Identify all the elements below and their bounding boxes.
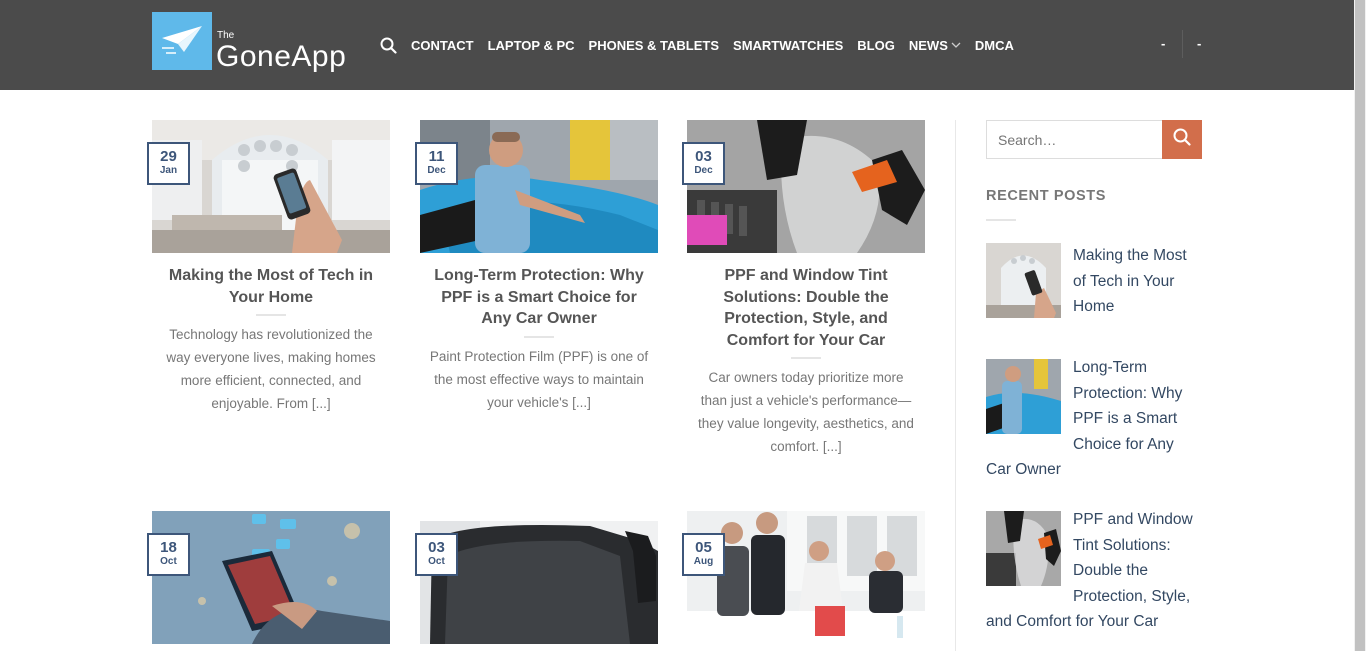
post-title[interactable]: Making the Most of Tech in Your Home <box>152 265 390 308</box>
post-date-month: Jan <box>159 165 178 176</box>
chevron-down-icon <box>951 42 961 49</box>
nav-contact[interactable]: CONTACT <box>411 38 474 53</box>
nav-phones-tablets[interactable]: PHONES & TABLETS <box>589 38 720 53</box>
nav-news[interactable]: NEWS <box>909 38 961 53</box>
nav-laptop-pc[interactable]: LAPTOP & PC <box>488 38 575 53</box>
header-right-link-2[interactable]: - <box>1197 36 1201 51</box>
post-divider <box>256 314 286 316</box>
post-date-day: 29 <box>160 148 177 165</box>
post-date-badge: 03 Oct <box>415 533 458 576</box>
post-date-month: Aug <box>693 556 714 567</box>
paper-plane-icon <box>152 12 212 70</box>
post-date-day: 18 <box>160 539 177 556</box>
post-date-day: 11 <box>428 148 445 165</box>
post-excerpt: Technology has revolutionized the way ev… <box>166 327 376 411</box>
post-image[interactable] <box>687 511 925 644</box>
nav-blog[interactable]: BLOG <box>857 38 895 53</box>
site-header: The GoneApp CONTACT LAPTOP & PC PHONES &… <box>0 0 1354 90</box>
search-icon <box>1173 128 1191 151</box>
recent-post-item[interactable]: Long-Term Protection: Why PPF is a Smart… <box>986 355 1202 483</box>
widget-divider <box>986 219 1016 221</box>
recent-post-thumbnail[interactable] <box>986 243 1061 318</box>
post-image[interactable] <box>420 120 658 253</box>
nav-smartwatches[interactable]: SMARTWATCHES <box>733 38 843 53</box>
recent-post-thumbnail[interactable] <box>986 511 1061 586</box>
logo-text: GoneApp <box>216 40 347 73</box>
post-image[interactable] <box>687 120 925 253</box>
post-date-badge: 29 Jan <box>147 142 190 185</box>
post-excerpt: Paint Protection Film (PPF) is one of th… <box>429 349 649 410</box>
post-date-month: Oct <box>160 556 177 567</box>
post-date-day: 03 <box>695 148 712 165</box>
post-date-badge: 03 Dec <box>682 142 725 185</box>
post-image[interactable] <box>152 511 390 644</box>
recent-post-thumbnail[interactable] <box>986 359 1061 434</box>
nav-dmca[interactable]: DMCA <box>975 38 1014 53</box>
post-date-badge: 18 Oct <box>147 533 190 576</box>
post-date-month: Oct <box>428 556 445 567</box>
post-date-badge: 11 Dec <box>415 142 458 185</box>
page-scrollbar[interactable] <box>1354 0 1366 651</box>
recent-post-item[interactable]: PPF and Window Tint Solutions: Double th… <box>986 507 1202 635</box>
post-divider <box>791 357 821 359</box>
sidebar-search-input[interactable] <box>986 120 1162 159</box>
post-date-month: Dec <box>427 165 446 176</box>
post-image[interactable] <box>420 511 658 644</box>
post-excerpt: Car owners today prioritize more than ju… <box>698 370 914 454</box>
recent-post-link[interactable]: Making the Most of Tech in Your Home <box>1073 247 1187 315</box>
post-title[interactable]: Long-Term Protection: Why PPF is a Smart… <box>420 265 658 330</box>
header-divider <box>1182 30 1183 58</box>
post-date-day: 05 <box>695 539 712 556</box>
header-right-link-1[interactable]: - <box>1161 36 1165 51</box>
post-date-day: 03 <box>428 539 445 556</box>
post-date-badge: 05 Aug <box>682 533 725 576</box>
recent-post-item[interactable]: Making the Most of Tech in Your Home <box>986 243 1202 322</box>
search-icon[interactable] <box>380 36 400 54</box>
recent-posts-title: RECENT POSTS <box>986 188 1106 204</box>
site-logo[interactable]: The GoneApp <box>152 12 352 74</box>
post-date-month: Dec <box>694 165 713 176</box>
nav-news-label: NEWS <box>908 37 948 53</box>
main-nav: CONTACT LAPTOP & PC PHONES & TABLETS SMA… <box>380 36 1028 54</box>
post-divider <box>524 336 554 338</box>
scrollbar-thumb[interactable] <box>1355 0 1365 651</box>
post-title[interactable]: PPF and Window Tint Solutions: Double th… <box>687 265 925 351</box>
sidebar-divider <box>955 120 956 651</box>
sidebar-search-button[interactable] <box>1162 120 1202 159</box>
post-image[interactable] <box>152 120 390 253</box>
